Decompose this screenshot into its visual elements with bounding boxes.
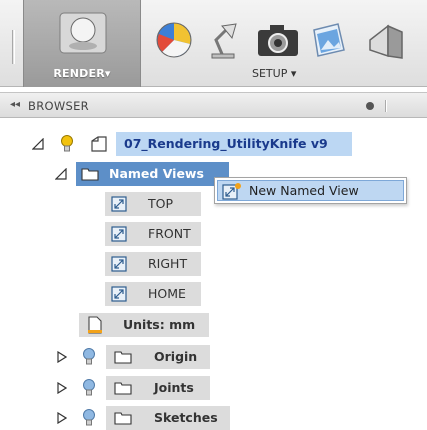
new-named-view-icon	[222, 183, 241, 200]
named-view-item[interactable]: HOME	[105, 282, 205, 306]
header-divider	[385, 100, 387, 112]
browser-pin-icon[interactable]	[366, 102, 374, 110]
context-menu: New Named View	[214, 177, 407, 204]
folder-icon	[114, 351, 132, 364]
new-named-view-menu-item[interactable]: New Named View	[217, 180, 404, 201]
named-view-icon	[111, 286, 127, 302]
tree-row-folder[interactable]: Sketches	[0, 406, 427, 430]
render-sphere-icon	[59, 12, 107, 54]
folder-icon	[114, 412, 132, 425]
new-named-view-label: New Named View	[249, 183, 359, 198]
toolbar: RENDER▾ SETUP ▾	[0, 0, 427, 87]
decal-icon[interactable]	[308, 20, 350, 62]
named-view-icon	[111, 196, 127, 212]
visibility-bulb-icon[interactable]	[60, 135, 74, 153]
visibility-bulb-icon[interactable]	[82, 409, 96, 427]
collapsed-triangle-icon[interactable]	[57, 351, 67, 363]
tree-row-folder[interactable]: Joints	[0, 376, 427, 400]
appearance-icon[interactable]	[154, 20, 194, 60]
expanded-triangle-icon[interactable]	[55, 168, 67, 180]
tree-row-units[interactable]: Units: mm	[79, 313, 219, 337]
named-view-item[interactable]: RIGHT	[105, 252, 205, 276]
setup-tool-group: SETUP ▾	[142, 0, 427, 87]
collapsed-triangle-icon[interactable]	[57, 412, 67, 424]
render-workspace-button[interactable]: RENDER▾	[23, 0, 141, 87]
named-view-item[interactable]: FRONT	[105, 222, 205, 246]
named-view-icon	[111, 226, 127, 242]
texture-map-icon[interactable]	[366, 20, 406, 62]
folder-icon	[81, 168, 99, 181]
browser-header: ◂◂ BROWSER	[0, 92, 427, 118]
expanded-triangle-icon[interactable]	[32, 138, 44, 150]
document-units-icon	[88, 316, 102, 334]
component-icon	[91, 136, 107, 152]
folder-icon	[114, 382, 132, 395]
camera-icon[interactable]	[256, 20, 300, 60]
tree-row-folder[interactable]: Origin	[0, 345, 427, 369]
tree-row-root[interactable]: 07_Rendering_UtilityKnife v9	[0, 132, 427, 156]
scene-settings-lamp-icon[interactable]	[204, 20, 244, 62]
root-component-label[interactable]: 07_Rendering_UtilityKnife v9	[116, 132, 352, 156]
visibility-bulb-icon[interactable]	[82, 379, 96, 397]
collapse-browser-icon[interactable]: ◂◂	[10, 99, 20, 110]
named-view-icon	[111, 256, 127, 272]
visibility-bulb-icon[interactable]	[82, 348, 96, 366]
collapsed-triangle-icon[interactable]	[57, 382, 67, 394]
browser-title: BROWSER	[28, 99, 89, 113]
named-view-item[interactable]: TOP	[105, 192, 205, 216]
toolbar-grip[interactable]	[12, 30, 15, 64]
render-workspace-label: RENDER▾	[53, 67, 111, 80]
setup-group-label[interactable]: SETUP ▾	[252, 67, 296, 80]
